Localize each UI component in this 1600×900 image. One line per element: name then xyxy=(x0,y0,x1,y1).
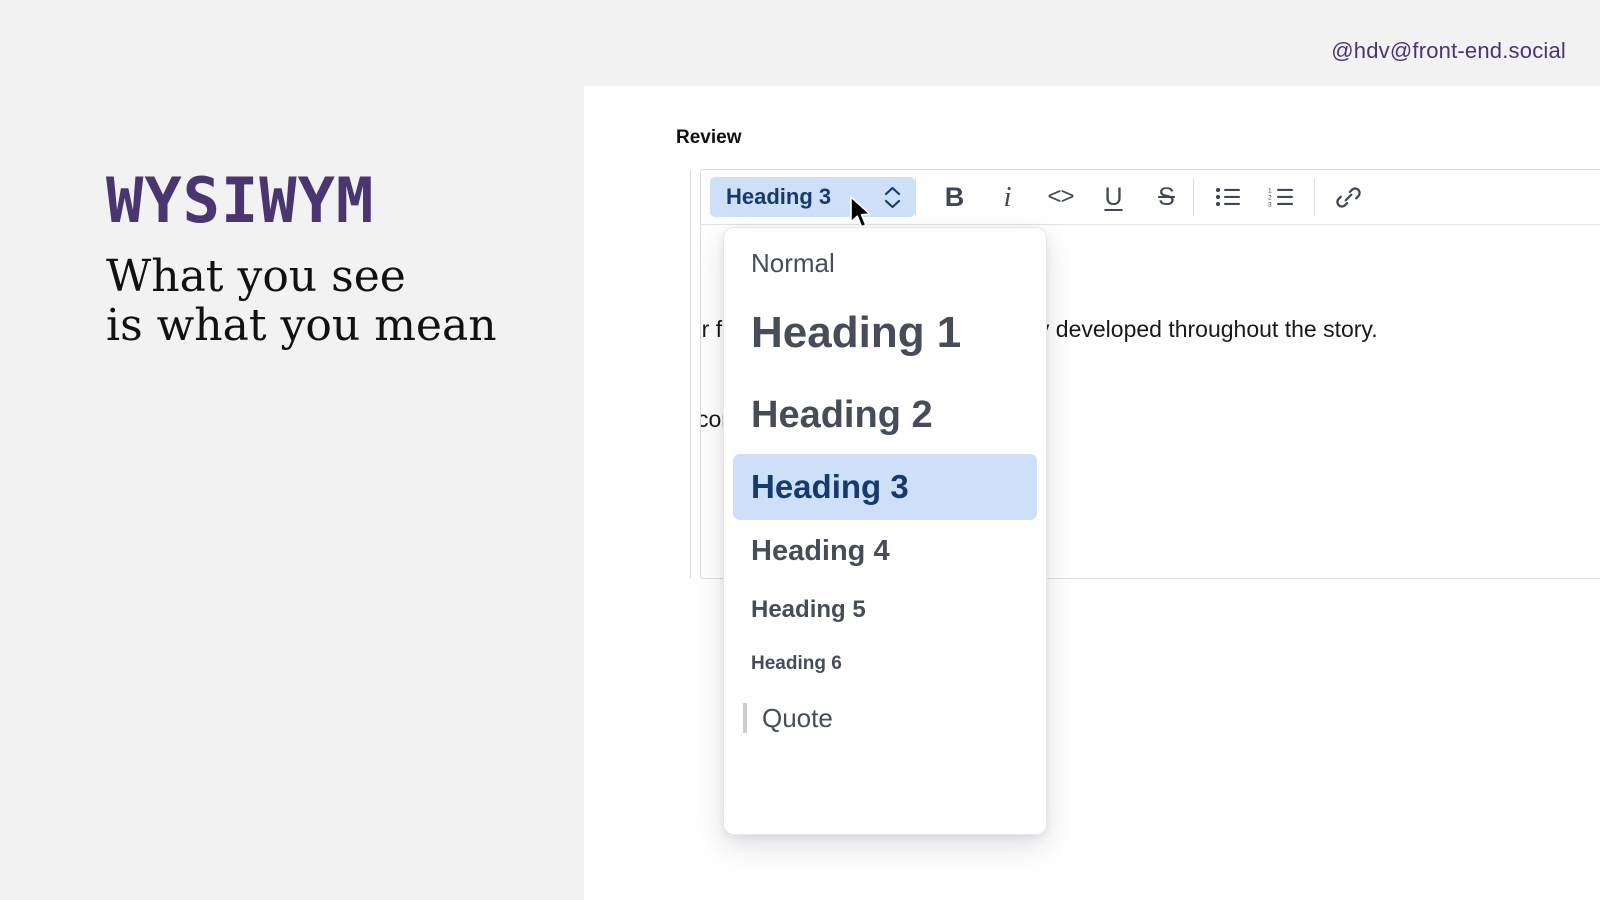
bold-button[interactable]: B xyxy=(928,175,981,219)
underline-icon: U xyxy=(1104,182,1123,211)
svg-text:1: 1 xyxy=(1268,188,1272,195)
svg-text:2: 2 xyxy=(1268,195,1272,202)
menu-item-label: Heading 6 xyxy=(751,653,842,674)
menu-item-label: Normal xyxy=(751,247,835,278)
editor-toolbar: Heading 3 B i <> U S 1 2 3 xyxy=(701,170,1600,225)
menu-item-label: Heading 1 xyxy=(751,308,962,357)
style-select-value: Heading 3 xyxy=(726,184,832,209)
menu-item-label: Heading 2 xyxy=(751,393,933,436)
menu-item-normal[interactable]: Normal xyxy=(733,236,1037,290)
style-dropdown-menu[interactable]: Normal Heading 1 Heading 2 Heading 3 Hea… xyxy=(723,227,1047,835)
menu-item-label: Heading 4 xyxy=(751,534,890,567)
menu-item-heading-2[interactable]: Heading 2 xyxy=(733,376,1037,454)
numbered-list-icon: 1 2 3 xyxy=(1268,188,1293,208)
menu-item-label: Quote xyxy=(762,702,833,733)
bold-icon: B xyxy=(944,181,965,212)
menu-item-label: Heading 3 xyxy=(751,468,909,505)
link-button[interactable] xyxy=(1322,175,1375,219)
strikethrough-icon: S xyxy=(1158,182,1175,211)
author-handle: @hdv@front-end.social xyxy=(1331,38,1566,63)
menu-item-heading-1[interactable]: Heading 1 xyxy=(733,290,1037,376)
strikethrough-button[interactable]: S xyxy=(1140,175,1193,219)
bulleted-list-button[interactable] xyxy=(1201,175,1254,219)
editor-rail xyxy=(690,170,691,578)
page-title: WYSIWYM xyxy=(106,164,375,237)
menu-item-quote[interactable]: Quote xyxy=(733,690,1037,746)
link-icon xyxy=(1336,186,1361,208)
bulleted-list-icon xyxy=(1215,187,1240,207)
numbered-list-button[interactable]: 1 2 3 xyxy=(1254,175,1307,219)
promo-panel: WYSIWYM What you see is what you mean xyxy=(0,0,584,900)
menu-item-heading-3[interactable]: Heading 3 xyxy=(733,454,1037,520)
field-label-review: Review xyxy=(676,127,742,148)
menu-item-label: Heading 5 xyxy=(751,596,866,623)
tagline: What you see is what you mean xyxy=(106,251,497,352)
svg-text:3: 3 xyxy=(1268,202,1272,208)
style-select-trigger[interactable]: Heading 3 xyxy=(710,177,915,217)
chevron-updown-icon xyxy=(884,186,901,209)
menu-item-heading-6[interactable]: Heading 6 xyxy=(733,638,1037,690)
code-button[interactable]: <> xyxy=(1034,175,1087,219)
italic-icon: i xyxy=(1003,180,1012,213)
quote-bar-icon xyxy=(743,703,747,733)
menu-item-heading-4[interactable]: Heading 4 xyxy=(733,520,1037,582)
italic-button[interactable]: i xyxy=(981,175,1034,219)
toolbar-group-link xyxy=(1315,175,1375,219)
toolbar-group-lists: 1 2 3 xyxy=(1194,175,1314,219)
code-icon: <> xyxy=(1047,183,1074,210)
menu-item-heading-5[interactable]: Heading 5 xyxy=(733,582,1037,638)
underline-button[interactable]: U xyxy=(1087,175,1140,219)
toolbar-group-marks: B i <> U S xyxy=(916,175,1193,219)
